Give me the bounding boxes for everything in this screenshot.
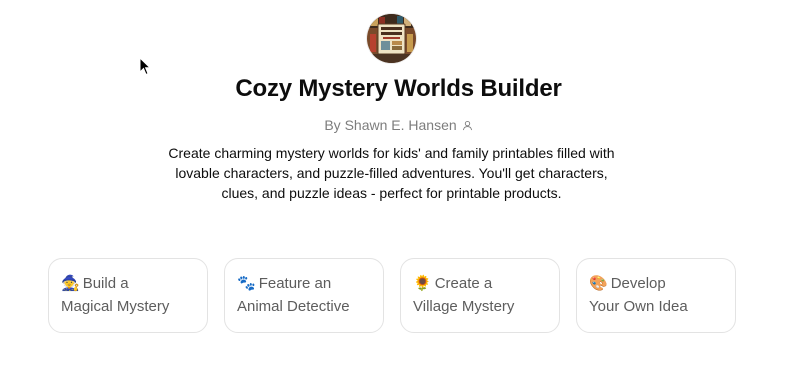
starter-line-2: Your Own Idea — [589, 298, 688, 315]
starter-create-village-mystery[interactable]: 🌻 Create a Village Mystery — [400, 258, 560, 333]
starter-line-1: 🧙 Build a — [61, 274, 129, 292]
wizard-icon: 🧙 — [61, 274, 80, 292]
person-icon — [462, 120, 472, 130]
palette-icon: 🎨 — [589, 274, 608, 292]
author-byline[interactable]: By Shawn E. Hansen — [0, 117, 797, 133]
conversation-starters: 🧙 Build a Magical Mystery 🐾 Feature an Ani… — [48, 258, 736, 333]
starter-develop-own-idea[interactable]: 🎨 Develop Your Own Idea — [576, 258, 736, 333]
starter-build-magical-mystery[interactable]: 🧙 Build a Magical Mystery — [48, 258, 208, 333]
starter-feature-animal-detective[interactable]: 🐾 Feature an Animal Detective — [224, 258, 384, 333]
paw-prints-icon: 🐾 — [237, 274, 256, 292]
sunflower-icon: 🌻 — [413, 274, 432, 292]
gpt-title: Cozy Mystery Worlds Builder — [235, 75, 562, 102]
starter-line-1: 🌻 Create a — [413, 274, 493, 292]
starter-line-2: Magical Mystery — [61, 298, 170, 315]
gpt-avatar — [367, 14, 416, 63]
mouse-pointer-icon — [139, 57, 151, 76]
starter-line-1: 🎨 Develop — [589, 274, 666, 292]
gpt-welcome-screen: Cozy Mystery Worlds Builder By Shawn E. … — [0, 0, 797, 378]
author-name: By Shawn E. Hansen — [324, 117, 457, 133]
starter-line-1: 🐾 Feature an — [237, 274, 332, 292]
starter-line-2: Animal Detective — [237, 298, 350, 315]
starter-line-2: Village Mystery — [413, 298, 515, 315]
gpt-description: Create charming mystery worlds for kids'… — [168, 145, 615, 201]
